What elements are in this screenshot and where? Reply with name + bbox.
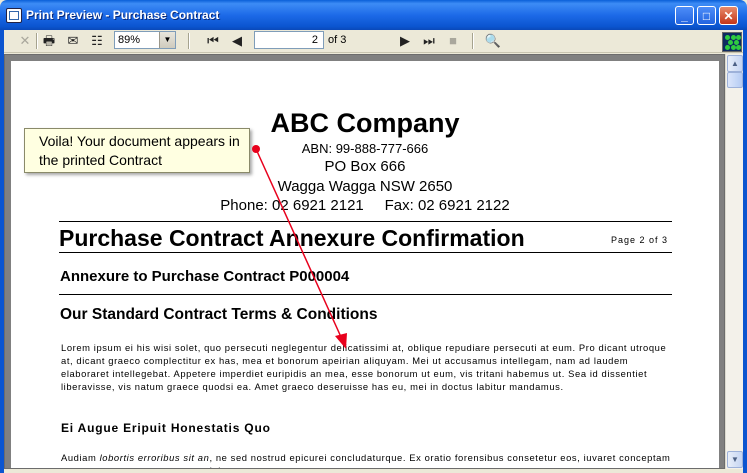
title-bar[interactable]: Print Preview - Purchase Contract _ □ ✕	[0, 0, 747, 30]
next-page-icon[interactable]: ▶	[396, 32, 414, 50]
terms-heading: Our Standard Contract Terms & Conditions	[60, 306, 378, 323]
toolbar-separator	[472, 33, 474, 49]
close-preview-icon[interactable]: ✕	[16, 32, 34, 50]
group-tree-icon[interactable]: ☷	[88, 32, 106, 50]
annotation-callout: Voila! Your document appears in the prin…	[24, 128, 250, 173]
scroll-thumb[interactable]	[727, 72, 743, 88]
section-subheading: Ei Augue Eripuit Honestatis Quo	[61, 421, 271, 435]
terms-paragraph: Lorem ipsum ei his wisi solet, quo perse…	[61, 342, 667, 392]
zoom-select[interactable]: 89% ▼	[114, 31, 176, 49]
report-logo-icon	[722, 32, 742, 52]
last-page-icon[interactable]: ⏭	[420, 32, 438, 50]
document-title: Purchase Contract Annexure Confirmation	[59, 225, 525, 251]
close-button[interactable]: ✕	[719, 6, 738, 25]
zoom-value: 89%	[118, 34, 141, 46]
body-paragraph: Audiam lobortis erroribus sit an, ne sed…	[61, 452, 671, 468]
preview-viewport[interactable]: ABC Company ABN: 99-888-777-666 PO Box 6…	[4, 54, 725, 469]
toolbar: ✕ 🖶 ✉ ☷ 89% ▼ ⏮ ◀ 2 of 3 ▶ ⏭ ■ 🔍	[4, 30, 743, 53]
window-title: Print Preview - Purchase Contract	[26, 8, 220, 22]
vertical-scrollbar[interactable]: ▲ ▼	[725, 54, 743, 469]
search-icon[interactable]: 🔍	[484, 32, 502, 50]
divider	[59, 221, 672, 222]
company-contact: Phone: 02 6921 2121 Fax: 02 6921 2122	[220, 197, 510, 214]
divider	[59, 252, 672, 253]
page-label: Page 2 of 3	[611, 235, 669, 245]
annexure-heading: Annexure to Purchase Contract P000004	[60, 268, 350, 285]
document-page: ABC Company ABN: 99-888-777-666 PO Box 6…	[11, 61, 719, 468]
previous-page-icon[interactable]: ◀	[228, 32, 246, 50]
stop-icon[interactable]: ■	[444, 32, 462, 50]
company-city: Wagga Wagga NSW 2650	[277, 178, 453, 195]
print-icon[interactable]: 🖶	[40, 32, 58, 50]
divider	[59, 294, 672, 295]
scroll-up-icon[interactable]: ▲	[727, 55, 743, 72]
export-icon[interactable]: ✉	[64, 32, 82, 50]
page-count-label: of 3	[328, 34, 347, 46]
first-page-icon[interactable]: ⏮	[204, 32, 222, 50]
toolbar-separator	[36, 33, 38, 49]
page-number-input[interactable]: 2	[254, 31, 324, 49]
minimize-button[interactable]: _	[675, 6, 694, 25]
scroll-down-icon[interactable]: ▼	[727, 451, 743, 468]
app-icon	[6, 8, 22, 23]
maximize-button[interactable]: □	[697, 6, 716, 25]
chevron-down-icon[interactable]: ▼	[159, 32, 175, 48]
window-frame-right	[743, 30, 747, 473]
toolbar-separator	[188, 33, 190, 49]
